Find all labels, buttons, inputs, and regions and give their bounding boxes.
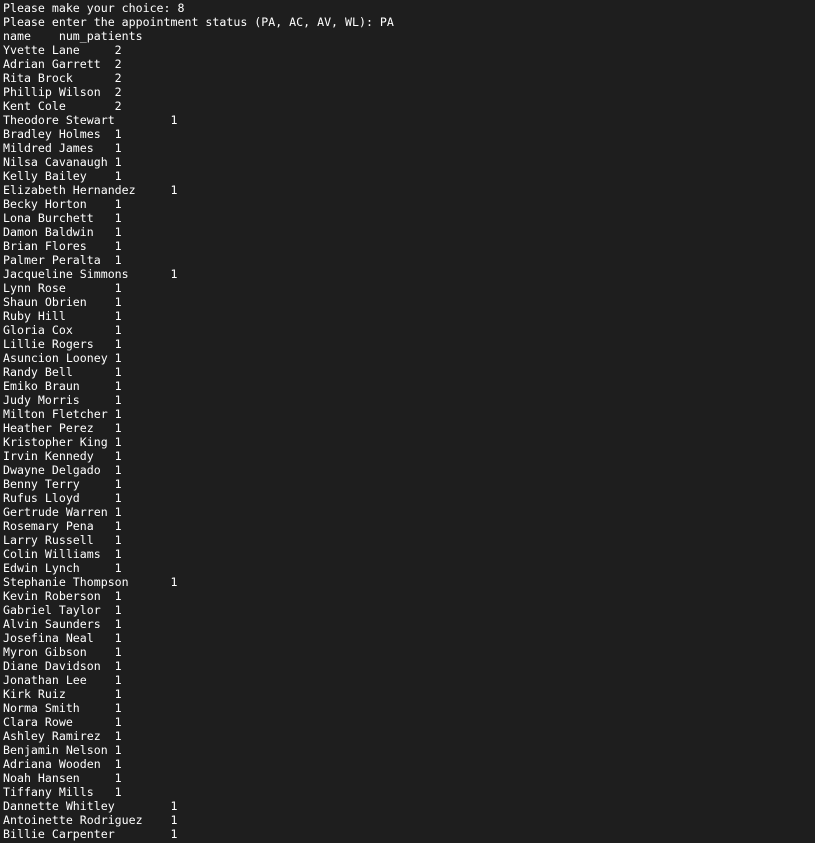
- terminal-line: Myron Gibson 1: [3, 645, 122, 659]
- terminal-line: Asuncion Looney 1: [3, 351, 122, 365]
- terminal-line: Diane Davidson 1: [3, 659, 122, 673]
- terminal-line: Ruby Hill 1: [3, 309, 122, 323]
- terminal-line: Mildred James 1: [3, 141, 122, 155]
- terminal-line: Palmer Peralta 1: [3, 253, 122, 267]
- terminal-line: Larry Russell 1: [3, 533, 122, 547]
- terminal-line: Irvin Kennedy 1: [3, 449, 122, 463]
- terminal-line: Milton Fletcher 1: [3, 407, 122, 421]
- terminal-line: Rita Brock 2: [3, 71, 122, 85]
- terminal-line: Emiko Braun 1: [3, 379, 122, 393]
- terminal-line: Kirk Ruiz 1: [3, 687, 122, 701]
- terminal-line: Gabriel Taylor 1: [3, 603, 122, 617]
- terminal-line: Adrian Garrett 2: [3, 57, 122, 71]
- terminal-line: Becky Horton 1: [3, 197, 122, 211]
- terminal-line: Phillip Wilson 2: [3, 85, 122, 99]
- terminal-line: Jacqueline Simmons 1: [3, 267, 178, 281]
- terminal-line: Kent Cole 2: [3, 99, 122, 113]
- terminal-line: Ashley Ramirez 1: [3, 729, 122, 743]
- terminal-line: Benjamin Nelson 1: [3, 743, 122, 757]
- terminal-line: Dannette Whitley 1: [3, 799, 178, 813]
- terminal-line: Shaun Obrien 1: [3, 295, 122, 309]
- terminal-line: Please enter the appointment status (PA,…: [3, 15, 394, 29]
- terminal-line: Jonathan Lee 1: [3, 673, 122, 687]
- terminal-line: Dwayne Delgado 1: [3, 463, 122, 477]
- terminal-line: Rosemary Pena 1: [3, 519, 122, 533]
- terminal-line: Gloria Cox 1: [3, 323, 122, 337]
- terminal-line: Gertrude Warren 1: [3, 505, 122, 519]
- terminal-line: Kevin Roberson 1: [3, 589, 122, 603]
- terminal-line: Lillie Rogers 1: [3, 337, 122, 351]
- terminal-line: Josefina Neal 1: [3, 631, 122, 645]
- terminal-output[interactable]: Please make your choice: 8 Please enter t…: [0, 0, 815, 843]
- terminal-line: Benny Terry 1: [3, 477, 122, 491]
- terminal-line: Norma Smith 1: [3, 701, 122, 715]
- terminal-line: Yvette Lane 2: [3, 43, 122, 57]
- terminal-line: Billie Carpenter 1: [3, 827, 178, 841]
- terminal-line: Bradley Holmes 1: [3, 127, 122, 141]
- terminal-line: name num_patients: [3, 29, 143, 43]
- terminal-line: Lynn Rose 1: [3, 281, 122, 295]
- terminal-line: Damon Baldwin 1: [3, 225, 122, 239]
- terminal-line: Nilsa Cavanaugh 1: [3, 155, 122, 169]
- terminal-line: Tiffany Mills 1: [3, 785, 122, 799]
- terminal-line: Judy Morris 1: [3, 393, 122, 407]
- terminal-line: Colin Williams 1: [3, 547, 122, 561]
- terminal-line: Please make your choice: 8: [3, 1, 185, 15]
- terminal-line: Brian Flores 1: [3, 239, 122, 253]
- terminal-line: Heather Perez 1: [3, 421, 122, 435]
- terminal-line: Adriana Wooden 1: [3, 757, 122, 771]
- terminal-line: Clara Rowe 1: [3, 715, 122, 729]
- terminal-line: Randy Bell 1: [3, 365, 122, 379]
- terminal-line: Stephanie Thompson 1: [3, 575, 178, 589]
- terminal-line: Alvin Saunders 1: [3, 617, 122, 631]
- terminal-line: Elizabeth Hernandez 1: [3, 183, 178, 197]
- terminal-line: Theodore Stewart 1: [3, 113, 178, 127]
- terminal-line: Kristopher King 1: [3, 435, 122, 449]
- terminal-line: Noah Hansen 1: [3, 771, 122, 785]
- terminal-line: Edwin Lynch 1: [3, 561, 122, 575]
- terminal-line: Rufus Lloyd 1: [3, 491, 122, 505]
- terminal-line: Lona Burchett 1: [3, 211, 122, 225]
- terminal-line: Antoinette Rodriguez 1: [3, 813, 178, 827]
- terminal-line: Kelly Bailey 1: [3, 169, 122, 183]
